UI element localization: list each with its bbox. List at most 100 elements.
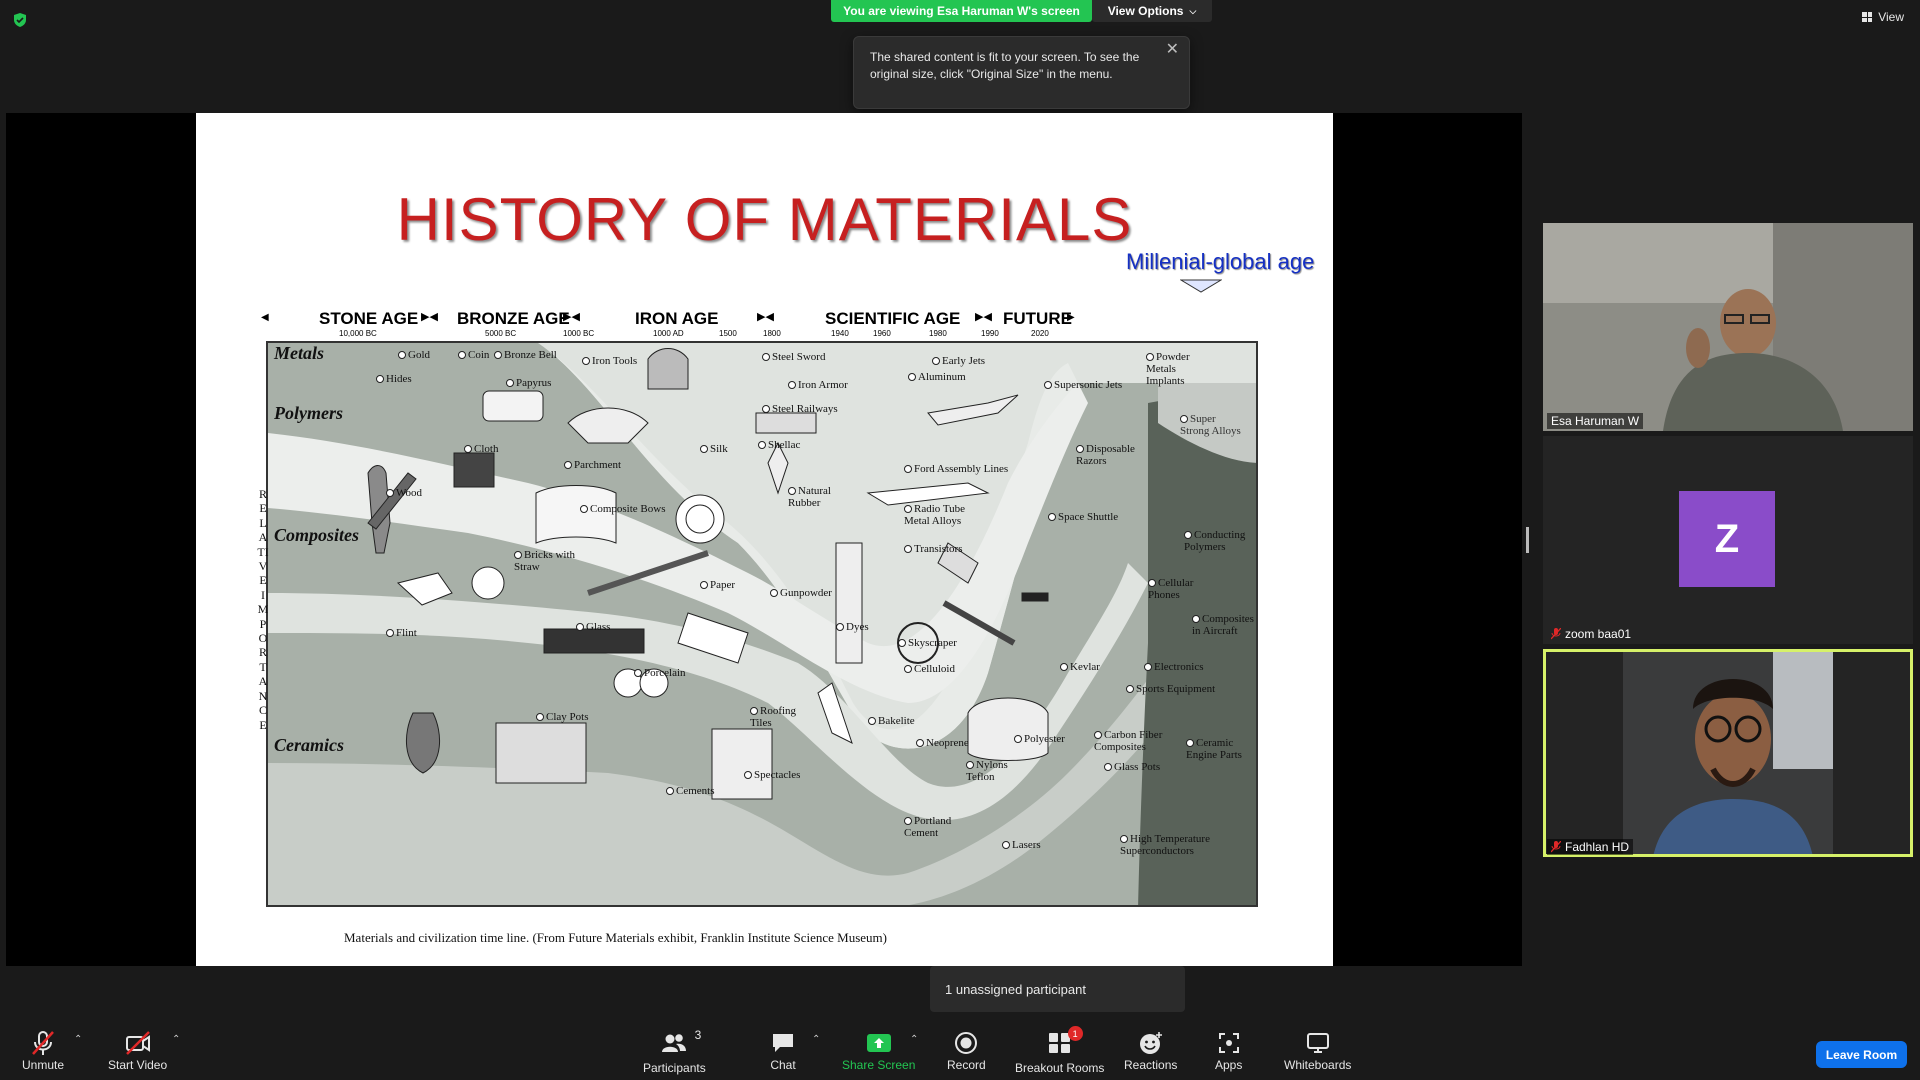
item-htsc: High Temperature Superconductors: [1120, 833, 1230, 857]
item-shellac: Shellac: [758, 439, 800, 451]
fit-to-screen-tooltip: The shared content is fit to your screen…: [853, 36, 1190, 109]
record-icon: [955, 1032, 978, 1054]
item-gold: Gold: [398, 349, 430, 361]
item-carbon-fiber: Carbon Fiber Composites: [1094, 729, 1184, 753]
item-wood: Wood: [386, 487, 422, 499]
whiteboards-button[interactable]: Whiteboards: [1284, 1030, 1351, 1072]
whiteboard-icon: [1306, 1033, 1329, 1053]
item-glass: Glass: [576, 621, 610, 633]
participant-name: Fadhlan HD: [1565, 840, 1630, 854]
item-electronics: Electronics: [1144, 661, 1203, 673]
item-transistors: Transistors: [904, 543, 963, 555]
muted-mic-icon: [1551, 628, 1561, 640]
item-conducting-polymers: Conducting Polymers: [1184, 529, 1254, 553]
meeting-toolbar: Unmute ⌃ Start Video ⌃ 3 Participants Ch…: [0, 1012, 1920, 1080]
view-button[interactable]: View: [1862, 10, 1904, 24]
participants-icon: [662, 1034, 687, 1052]
item-lasers: Lasers: [1002, 839, 1041, 851]
item-clay-pots: Clay Pots: [536, 711, 588, 723]
view-options-button[interactable]: View Options ⌵: [1092, 0, 1212, 22]
video-options-caret-icon[interactable]: ⌃: [172, 1034, 180, 1045]
item-bakelite: Bakelite: [868, 715, 915, 727]
item-papyrus: Papyrus: [506, 377, 551, 389]
leave-room-label: Leave Room: [1825, 1047, 1898, 1062]
item-natural-rubber: Natural Rubber: [788, 485, 848, 509]
item-roofing-tiles: Roofing Tiles: [750, 705, 800, 729]
item-iron-armor: Iron Armor: [788, 379, 848, 391]
item-powder-metals: Powder Metals Implants: [1146, 351, 1216, 387]
date-label: 1500: [719, 329, 737, 338]
share-options-caret-icon[interactable]: ⌃: [910, 1034, 918, 1045]
start-video-button[interactable]: Start Video: [108, 1030, 167, 1072]
participants-button[interactable]: 3 Participants: [643, 1028, 706, 1075]
item-porcelain: Porcelain: [634, 667, 686, 679]
muted-mic-icon: [1551, 841, 1561, 853]
record-label: Record: [947, 1058, 986, 1072]
participants-count: 3: [694, 1028, 702, 1042]
apps-button[interactable]: Apps: [1215, 1030, 1242, 1072]
date-label: 5000 BC: [485, 329, 517, 338]
record-button[interactable]: Record: [947, 1030, 986, 1072]
row-label-composites: Composites: [274, 525, 360, 545]
breakout-rooms-button[interactable]: 1 Breakout Rooms: [1015, 1026, 1104, 1075]
age-label: IRON AGE: [635, 309, 719, 328]
date-label: 10,000 BC: [339, 329, 377, 338]
participants-label: Participants: [643, 1061, 706, 1075]
zoom-meeting-window: You are viewing Esa Haruman W's screen V…: [0, 0, 1920, 1080]
share-screen-button[interactable]: Share Screen: [842, 1030, 915, 1072]
encryption-shield-icon[interactable]: [12, 12, 28, 28]
date-label: 1980: [929, 329, 947, 338]
participant-video-feed: [1543, 649, 1913, 857]
close-icon[interactable]: ✕: [1166, 41, 1179, 58]
chat-button[interactable]: Chat: [770, 1030, 796, 1072]
whiteboards-label: Whiteboards: [1284, 1058, 1352, 1072]
slide-caption: Materials and civilization time line. (F…: [344, 930, 887, 945]
leave-room-button[interactable]: Leave Room: [1816, 1041, 1907, 1068]
participant-video-feed: [1543, 223, 1913, 431]
relative-importance-label: RELATIVE IMPORTANCE: [257, 487, 269, 732]
date-label: 1800: [763, 329, 781, 338]
participant-tile-zoom-baa01[interactable]: Z zoom baa01: [1543, 436, 1913, 644]
presentation-slide: HISTORY OF MATERIALS Millenial-global ag…: [196, 113, 1333, 966]
row-label-polymers: Polymers: [274, 403, 343, 423]
item-radio-tube: Radio Tube Metal Alloys: [904, 503, 984, 527]
chevron-down-icon: ⌵: [1189, 5, 1197, 16]
breakout-notification-badge: 1: [1067, 1026, 1083, 1041]
item-portland: Portland Cement: [904, 815, 964, 839]
participant-name: Esa Haruman W: [1551, 414, 1640, 428]
reactions-button[interactable]: Reactions: [1124, 1030, 1177, 1072]
chat-bubble-icon: [773, 1034, 793, 1052]
item-neoprene: Neoprene: [916, 737, 969, 749]
item-composites-aircraft: Composites in Aircraft: [1192, 613, 1256, 637]
down-arrow-icon: [1180, 279, 1222, 293]
chat-options-caret-icon[interactable]: ⌃: [812, 1034, 820, 1045]
item-spectacles: Spectacles: [744, 769, 800, 781]
unassigned-participant-tooltip: 1 unassigned participant: [930, 966, 1185, 1018]
date-label: 1000 BC: [563, 329, 595, 338]
apps-label: Apps: [1215, 1058, 1243, 1072]
item-composite-bows: Composite Bows: [580, 503, 665, 515]
item-steel-sword: Steel Sword: [762, 351, 825, 363]
date-label: 1990: [981, 329, 999, 338]
avatar: Z: [1679, 491, 1775, 587]
participant-name-label: Fadhlan HD: [1547, 839, 1634, 855]
item-gunpowder: Gunpowder: [770, 587, 832, 599]
chat-label: Chat: [770, 1058, 796, 1072]
item-supersonic-jets: Supersonic Jets: [1044, 379, 1122, 391]
participant-tile-esa[interactable]: Esa Haruman W: [1543, 223, 1913, 431]
panel-resize-handle[interactable]: [1526, 527, 1529, 553]
item-dyes: Dyes: [836, 621, 869, 633]
item-bricks: Bricks with Straw: [514, 549, 584, 573]
item-ford: Ford Assembly Lines: [904, 463, 1008, 475]
timeline-divider-icon: ▶◀: [975, 311, 992, 323]
audio-options-caret-icon[interactable]: ⌃: [74, 1034, 82, 1045]
age-label: SCIENTIFIC AGE: [825, 309, 961, 328]
item-skyscraper: Skyscraper: [898, 637, 957, 649]
avatar-initial: Z: [1714, 516, 1740, 561]
view-options-label: View Options: [1107, 4, 1184, 18]
unmute-button[interactable]: Unmute: [22, 1030, 64, 1072]
participant-tile-fadhlan[interactable]: Fadhlan HD: [1543, 649, 1913, 857]
age-label: STONE AGE: [319, 309, 419, 328]
item-glass-pots: Glass Pots: [1104, 761, 1160, 773]
participant-name-label: zoom baa01: [1547, 626, 1635, 642]
